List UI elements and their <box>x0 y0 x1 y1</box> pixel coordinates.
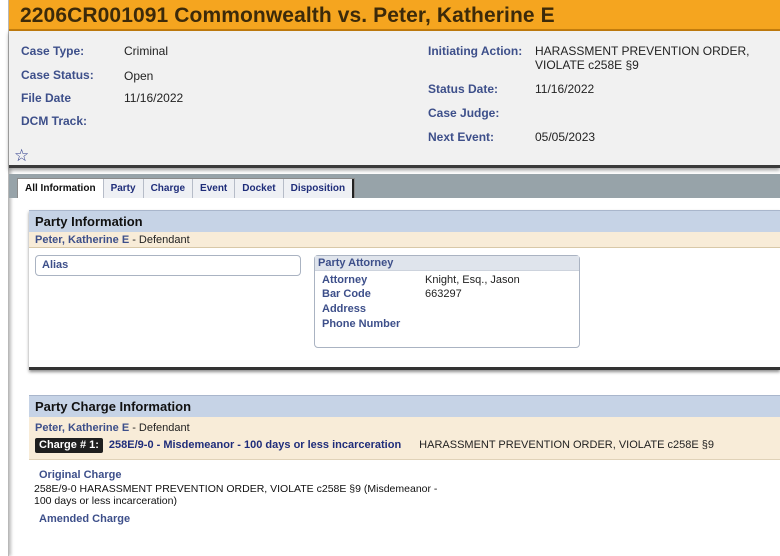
attorney-value: Knight, Esq., Jason <box>425 274 520 286</box>
charge-party-line: Peter, Katherine E - Defendant <box>35 421 774 435</box>
tab-party[interactable]: Party <box>104 179 144 198</box>
file-date-label: File Date <box>21 91 72 105</box>
tab-docket[interactable]: Docket <box>235 179 284 198</box>
initiating-action-line1: HARASSMENT PREVENTION ORDER, <box>535 44 750 58</box>
party-role: - Defendant <box>129 234 190 246</box>
party-charge-heading: Party Charge Information <box>29 395 780 417</box>
tab-all-information[interactable]: All Information <box>18 179 104 198</box>
original-charge-text: 258E/9-0 HARASSMENT PREVENTION ORDER, VI… <box>34 483 494 507</box>
bar-code-row: Bar Code 663297 <box>322 288 462 301</box>
case-status-label: Case Status: <box>21 68 94 82</box>
dcm-track-label: DCM Track: <box>21 114 88 128</box>
charge-description: HARASSMENT PREVENTION ORDER, VIOLATE c25… <box>419 439 715 451</box>
tab-bar: All Information Party Charge Event Docke… <box>9 174 780 198</box>
tab-disposition[interactable]: Disposition <box>284 179 355 198</box>
charge-number-badge: Charge # 1: <box>35 438 103 453</box>
case-type-label: Case Type: <box>21 44 85 58</box>
tab-list: All Information Party Charge Event Docke… <box>17 178 356 198</box>
status-date-label: Status Date: <box>428 82 499 96</box>
tab-event[interactable]: Event <box>193 179 236 198</box>
party-name-link[interactable]: Peter, Katherine E <box>35 234 129 246</box>
phone-number-label: Phone Number <box>322 318 401 330</box>
party-information-heading: Party Information <box>29 210 780 232</box>
file-date-value: 11/16/2022 <box>124 91 184 105</box>
case-title: 2206CR001091 Commonwealth vs. Peter, Kat… <box>20 4 555 27</box>
phone-row: Phone Number <box>322 318 425 331</box>
party-attorney-heading: Party Attorney <box>315 256 579 271</box>
original-charge-line2: 100 days or less incarceration) <box>34 495 177 507</box>
case-status-value: Open <box>124 69 154 83</box>
party-information-panel: Party Information Peter, Katherine E - D… <box>29 210 780 370</box>
charge-party-name[interactable]: Peter, Katherine E <box>35 422 129 434</box>
charge-row: Charge # 1: 258E/9-0 - Misdemeanor - 100 … <box>35 438 774 453</box>
original-charge-label: Original Charge <box>39 469 122 481</box>
case-title-bar: 2206CR001091 Commonwealth vs. Peter, Kat… <box>9 0 780 31</box>
bar-code-value: 663297 <box>425 288 462 300</box>
charge-party-role: - Defendant <box>129 422 190 434</box>
favorite-star-icon[interactable]: ☆ <box>14 147 29 164</box>
initiating-action-label: Initiating Action: <box>428 44 523 58</box>
next-event-label: Next Event: <box>428 130 495 144</box>
charge-summary-area: Peter, Katherine E - Defendant Charge # … <box>29 417 780 460</box>
original-charge-line1: 258E/9-0 HARASSMENT PREVENTION ORDER, VI… <box>34 483 438 495</box>
alias-box: Alias <box>35 255 301 276</box>
left-edge <box>0 0 9 556</box>
address-label: Address <box>322 303 367 315</box>
attorney-row: Attorney Knight, Esq., Jason <box>322 274 520 287</box>
case-summary: Case Type: Criminal Case Status: Open Fi… <box>9 31 780 168</box>
party-name-strip: Peter, Katherine E - Defendant <box>29 232 780 248</box>
tab-charge[interactable]: Charge <box>144 179 194 198</box>
bar-code-label: Bar Code <box>322 288 371 300</box>
address-row: Address <box>322 303 425 316</box>
case-judge-label: Case Judge: <box>428 106 500 120</box>
amended-charge-label: Amended Charge <box>39 513 131 525</box>
next-event-value: 05/05/2023 <box>535 130 596 144</box>
party-attorney-box: Party Attorney Attorney Knight, Esq., Jas… <box>314 255 580 348</box>
status-date-value: 11/16/2022 <box>535 82 595 96</box>
party-charge-information-panel: Party Charge Information Peter, Katherin… <box>29 395 780 556</box>
attorney-label: Attorney <box>322 274 368 286</box>
case-type-value: Criminal <box>124 44 169 58</box>
charge-code-link[interactable]: 258E/9-0 - Misdemeanor - 100 days or les… <box>109 439 401 451</box>
initiating-action-line2: VIOLATE c258E §9 <box>535 58 639 72</box>
